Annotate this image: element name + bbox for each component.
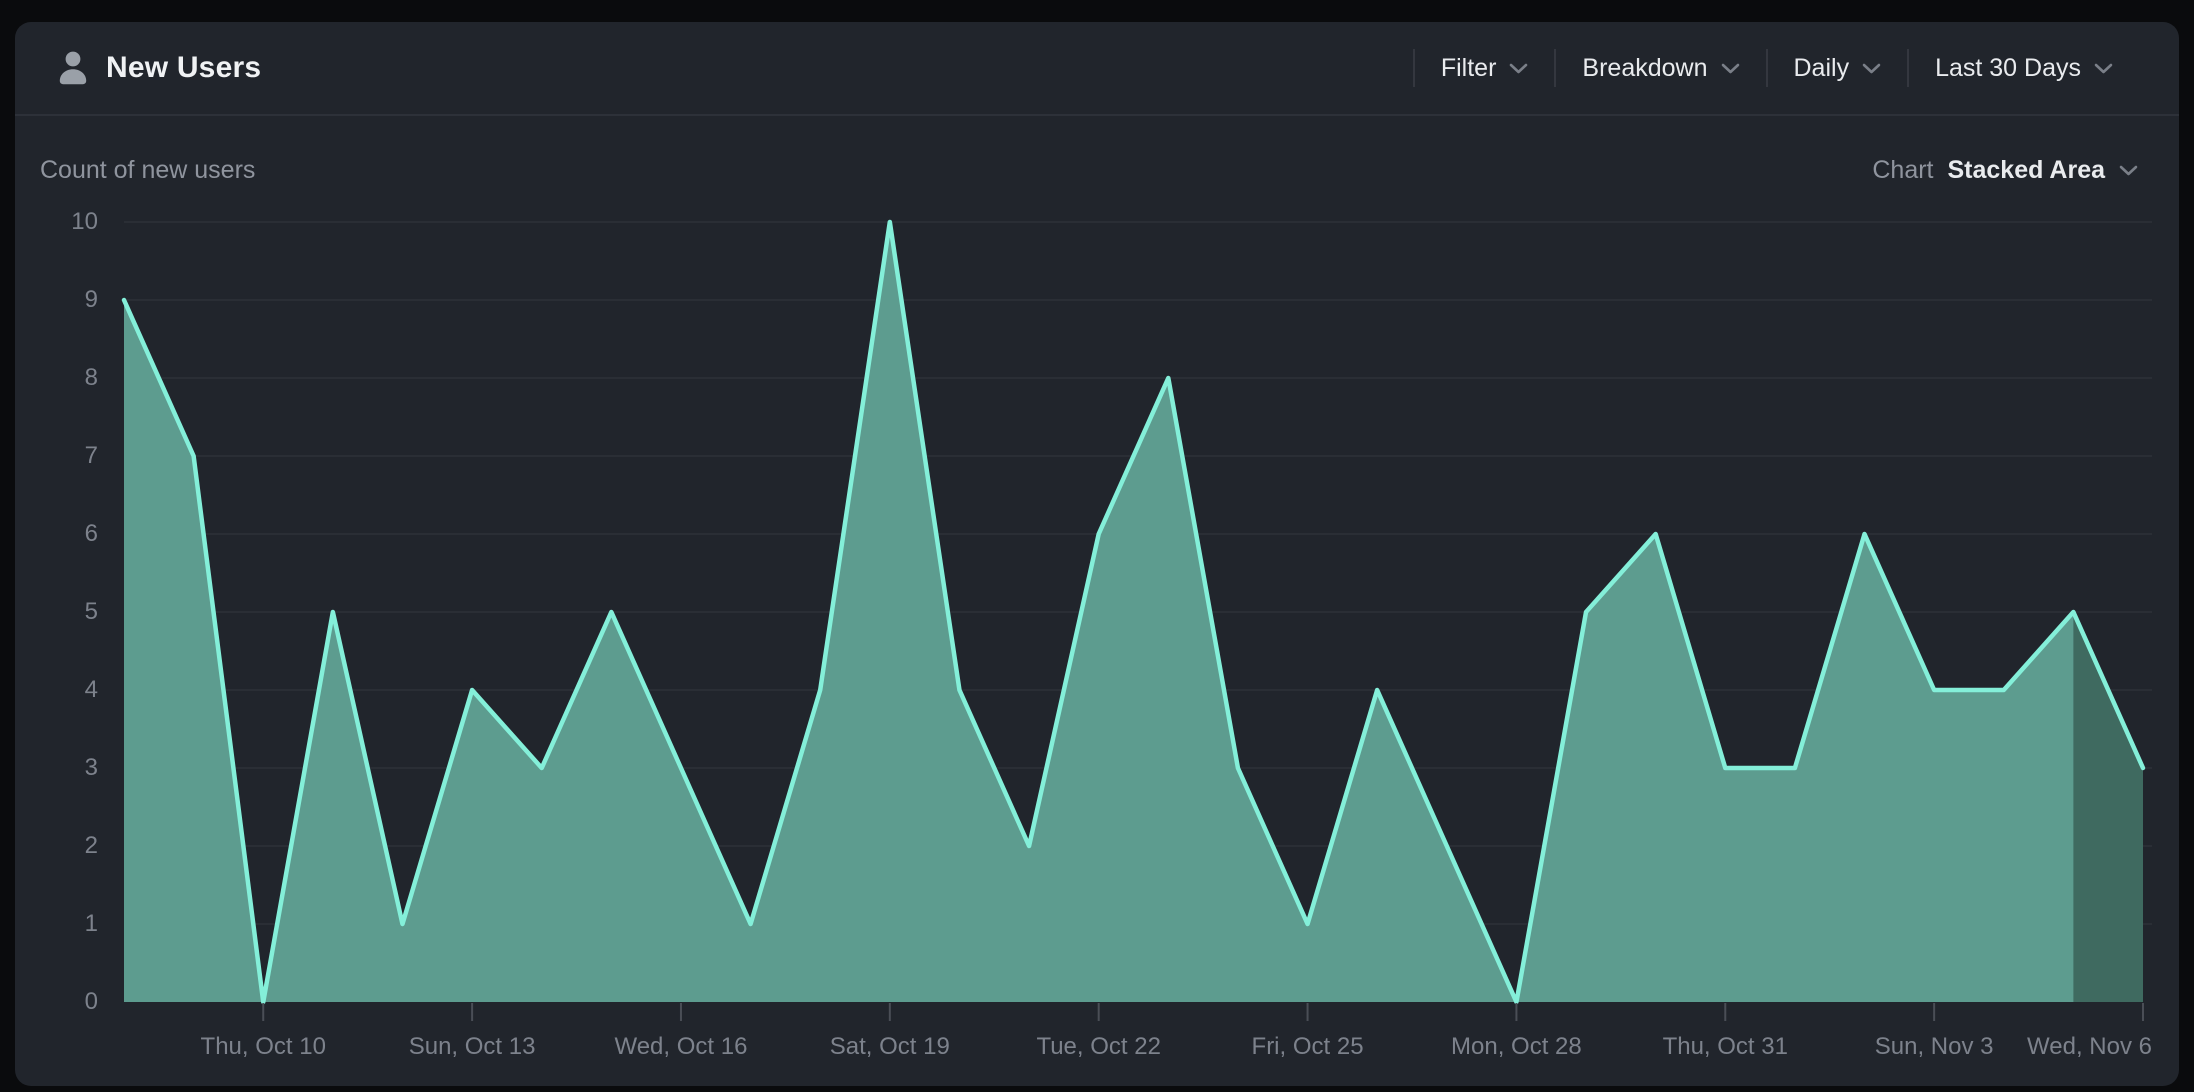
y-axis-label: 0	[0, 987, 98, 1017]
chart-type-prefix: Chart	[1872, 156, 1933, 185]
new-users-card: New Users Filter Breakdown Daily	[15, 22, 2179, 1086]
x-axis-label: Wed, Nov 6	[1932, 1032, 2152, 1062]
y-axis-label: 10	[0, 207, 98, 237]
chevron-down-icon	[1721, 63, 1740, 74]
y-axis-label: 3	[0, 753, 98, 783]
x-axis-label: Mon, Oct 28	[1406, 1032, 1626, 1062]
x-axis-label: Sun, Oct 13	[362, 1032, 582, 1062]
sub-header: Count of new users Chart Stacked Area	[15, 140, 2179, 200]
y-axis-label: 8	[0, 363, 98, 393]
chevron-down-icon	[1862, 63, 1881, 74]
chevron-down-icon	[1509, 63, 1528, 74]
user-icon	[58, 51, 88, 85]
breakdown-dropdown-label: Breakdown	[1582, 54, 1707, 83]
y-axis-label: 7	[0, 441, 98, 471]
card-header: New Users Filter Breakdown Daily	[15, 22, 2179, 114]
y-axis-label: 6	[0, 519, 98, 549]
y-axis-label: 2	[0, 831, 98, 861]
date-range-dropdown[interactable]: Last 30 Days	[1909, 38, 2139, 98]
chart-type-dropdown[interactable]: Chart Stacked Area	[1866, 155, 2179, 186]
y-axis-label: 4	[0, 675, 98, 705]
interval-dropdown[interactable]: Daily	[1768, 38, 1908, 98]
header-divider	[15, 114, 2179, 116]
chevron-down-icon	[2119, 165, 2138, 176]
chart-type-value: Stacked Area	[1948, 156, 2106, 185]
chevron-down-icon	[2094, 63, 2113, 74]
x-axis-label: Tue, Oct 22	[989, 1032, 1209, 1062]
metric-label: Count of new users	[15, 156, 255, 185]
x-axis-label: Sat, Oct 19	[780, 1032, 1000, 1062]
x-axis-label: Fri, Oct 25	[1198, 1032, 1418, 1062]
page: New Users Filter Breakdown Daily	[0, 0, 2194, 1092]
x-axis-label: Thu, Oct 10	[153, 1032, 373, 1062]
y-axis-label: 1	[0, 909, 98, 939]
breakdown-dropdown[interactable]: Breakdown	[1556, 38, 1765, 98]
header-controls: Filter Breakdown Daily Last 30 Days	[1413, 38, 2179, 98]
y-axis-label: 5	[0, 597, 98, 627]
interval-dropdown-label: Daily	[1794, 54, 1850, 83]
date-range-dropdown-label: Last 30 Days	[1935, 54, 2081, 83]
page-title: New Users	[106, 51, 261, 85]
x-axis-label: Thu, Oct 31	[1615, 1032, 1835, 1062]
y-axis-label: 9	[0, 285, 98, 315]
filter-dropdown[interactable]: Filter	[1415, 38, 1555, 98]
filter-dropdown-label: Filter	[1441, 54, 1497, 83]
x-axis-label: Wed, Oct 16	[571, 1032, 791, 1062]
title-group: New Users	[15, 51, 261, 85]
